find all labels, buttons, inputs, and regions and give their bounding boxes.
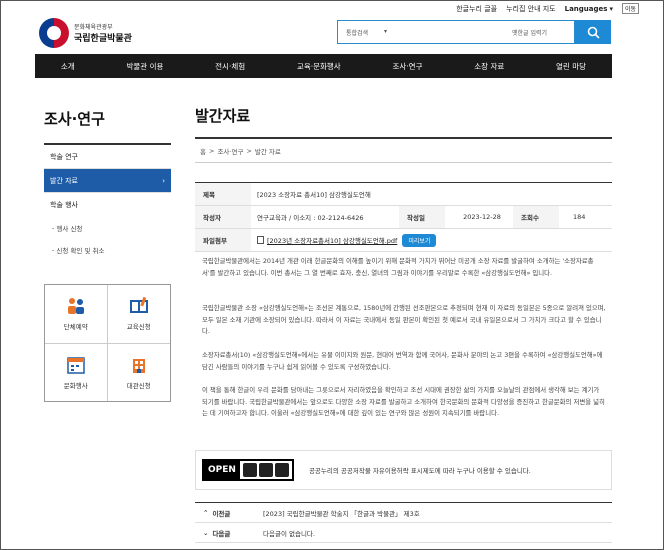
prev-row[interactable]: ⌃ 이전글 [2023] 국립한글박물관 학술지 「한글과 박물관」 제3호 [195, 503, 612, 523]
quick-education[interactable]: 교육신청 [107, 285, 170, 344]
date-label: 작성일 [399, 206, 445, 228]
languages-dropdown[interactable]: Languages ▾ [565, 5, 613, 13]
breadcrumb: 홈 > 조사·연구 > 발간 자료 [195, 137, 612, 163]
noderivatives-icon [274, 463, 289, 477]
file-row: 파일첨부 [2023년 소장자료총서10] 삼강행실도언해.pdf 미리보기 [195, 229, 612, 252]
breadcrumb-current: 발간 자료 [254, 147, 281, 156]
search-bar: 통합검색 ▾ 옛한글 입력기 [337, 20, 575, 44]
utility-bar: 한글누리 글꼴 누리집 안내 지도 Languages ▾ 이동 [456, 3, 639, 14]
search-icon [587, 26, 600, 39]
post-info-table: 제목 [2023 소장자료 총서10] 삼강행실도언해 작성자 연구교육과 / … [195, 182, 612, 252]
old-hangul-keyboard-link[interactable]: 옛한글 입력기 [512, 28, 574, 37]
body-paragraph: 소장자료총서(10) «삼강행실도언해»에서는 유물 이미지와 원문, 현대어 … [202, 351, 603, 371]
nav-item-education[interactable]: 교육·문화행사 [297, 61, 341, 72]
sidebar-sub-cancel[interactable]: - 신청 확인 및 취소 [44, 239, 171, 261]
group-reservation-icon [67, 298, 84, 315]
sidebar-item-label: 발간 자료 [50, 176, 78, 185]
calendar-icon [67, 357, 85, 374]
prev-label: 이전글 [212, 509, 231, 518]
chevron-down-icon: ▾ [383, 27, 387, 35]
font-link[interactable]: 한글누리 글꼴 [456, 4, 497, 14]
quick-rental[interactable]: 대관신청 [108, 344, 171, 402]
kogl-open-label: OPEN [204, 461, 240, 479]
languages-label: Languages [564, 4, 608, 13]
building-icon [132, 358, 145, 373]
chevron-up-icon: ⌃ [203, 508, 209, 517]
next-label: 다음글 [212, 529, 231, 538]
sidebar-sub-label: 행사 신청 [56, 225, 83, 233]
sidebar-menu: 학술 연구 발간 자료 › 학술 행사 - 행사 신청 - 신청 확인 및 취소 [44, 143, 171, 261]
quick-label: 교육신청 [126, 323, 151, 332]
nav-item-about[interactable]: 소개 [61, 61, 75, 72]
chevron-down-icon: ▾ [609, 4, 613, 13]
nav-item-research[interactable]: 조사·연구 [393, 61, 423, 72]
body-paragraph: 이 책을 통해 한글이 우리 문화를 담아내는 그릇으로서 자리하였음을 확인하… [202, 386, 605, 417]
sidebar-sub-label: 신청 확인 및 취소 [56, 247, 105, 255]
breadcrumb-separator: > [246, 146, 252, 155]
license-text: 공공누리의 공공저작물 자유이용허락 표시제도에 따라 누구나 이용할 수 있습… [308, 467, 531, 475]
government-emblem-icon [39, 18, 69, 48]
breadcrumb-home[interactable]: 홈 [200, 146, 206, 156]
main-nav: 소개 박물관 이용 전시·체험 교육·문화행사 조사·연구 소장 자료 열린 마… [35, 54, 612, 78]
preview-button[interactable]: 미리보기 [402, 233, 437, 247]
quick-group-reservation[interactable]: 단체예약 [45, 285, 108, 344]
attribution-icon [242, 463, 257, 477]
nav-item-exhibition[interactable]: 전시·체험 [215, 61, 245, 72]
quick-links: 단체예약 교육신청 문화행사 대관신청 [44, 284, 171, 402]
views-value: 184 [573, 213, 586, 221]
sidebar-sub-apply[interactable]: - 행사 신청 [44, 217, 171, 239]
nav-item-visit[interactable]: 박물관 이용 [126, 61, 163, 72]
sidebar-item-research[interactable]: 학술 연구 [44, 145, 171, 169]
quick-label: 문화행사 [63, 381, 88, 390]
search-scope-label: 통합검색 [346, 29, 369, 37]
quick-culture-event[interactable]: 문화행사 [45, 343, 108, 401]
noncommercial-icon [258, 463, 273, 477]
chevron-right-icon: › [162, 176, 165, 185]
chevron-down-icon: ⌄ [203, 528, 209, 537]
author-row: 작성자 연구교육과 / 이소지 : 02-2124-6426 작성일 2023-… [195, 206, 612, 229]
author-value: 연구교육과 / 이소지 : 02-2124-6426 [257, 214, 364, 222]
sidebar-item-publications[interactable]: 발간 자료 › [44, 169, 171, 193]
kogl-badge[interactable]: OPEN [202, 459, 294, 481]
date-value: 2023-12-28 [463, 213, 501, 221]
education-icon [129, 297, 148, 314]
page-title: 발간자료 [195, 107, 251, 125]
body-paragraph: 국립한글박물관 소장 «삼강행실도언해»는 조선본 계통으로, 1580년에 간… [202, 304, 606, 335]
nav-item-collection[interactable]: 소장 자료 [474, 61, 504, 72]
sidebar-item-label: 학술 행사 [50, 201, 78, 209]
title-row: 제목 [2023 소장자료 총서10] 삼강행실도언해 [195, 183, 612, 206]
sitemap-link[interactable]: 누리집 안내 지도 [506, 4, 556, 14]
prev-next-nav: ⌃ 이전글 [2023] 국립한글박물관 학술지 「한글과 박물관」 제3호 ⌄ 다… [195, 502, 612, 543]
prev-post-link[interactable]: [2023] 국립한글박물관 학술지 「한글과 박물관」 제3호 [257, 508, 420, 518]
sidebar-item-label: 학술 연구 [50, 152, 78, 161]
breadcrumb-research[interactable]: 조사·연구 [217, 146, 243, 156]
title-label: 제목 [195, 183, 251, 205]
body-paragraph: 국립한글박물관에서는 2014년 개관 이래 한글문화의 이해를 높이기 위해 … [202, 257, 594, 277]
move-button[interactable]: 이동 [621, 3, 639, 14]
sidebar-item-events[interactable]: 학술 행사 [44, 193, 171, 217]
next-row: ⌄ 다음글 다음글이 없습니다. [195, 523, 612, 543]
ministry-name: 문화체육관광부 [74, 24, 113, 31]
search-input[interactable] [393, 29, 512, 35]
breadcrumb-separator: > [208, 146, 215, 155]
file-download-link[interactable]: [2023년 소장자료총서10] 삼강행실도언해.pdf [267, 235, 397, 245]
search-scope-select[interactable]: 통합검색 ▾ [338, 28, 393, 37]
museum-name: 국립한글박물관 [74, 34, 132, 44]
views-label: 조회수 [513, 206, 559, 228]
site-logo[interactable]: 문화체육관광부 국립한글박물관 [39, 18, 132, 48]
quick-label: 단체예약 [63, 323, 88, 332]
search-button[interactable] [575, 20, 611, 44]
kogl-license: OPEN 공공누리의 공공저작물 자유이용허락 표시제도에 따라 누구나 이용할… [195, 450, 612, 490]
author-label: 작성자 [195, 206, 251, 228]
sidebar-title: 조사·연구 [44, 110, 105, 128]
post-title: [2023 소장자료 총서10] 삼강행실도언해 [257, 191, 371, 199]
nav-item-community[interactable]: 열린 마당 [556, 61, 586, 72]
file-icon [257, 236, 264, 244]
file-label: 파일첨부 [195, 229, 251, 251]
quick-label: 대관신청 [126, 381, 151, 390]
next-post-text: 다음글이 없습니다. [263, 529, 315, 538]
